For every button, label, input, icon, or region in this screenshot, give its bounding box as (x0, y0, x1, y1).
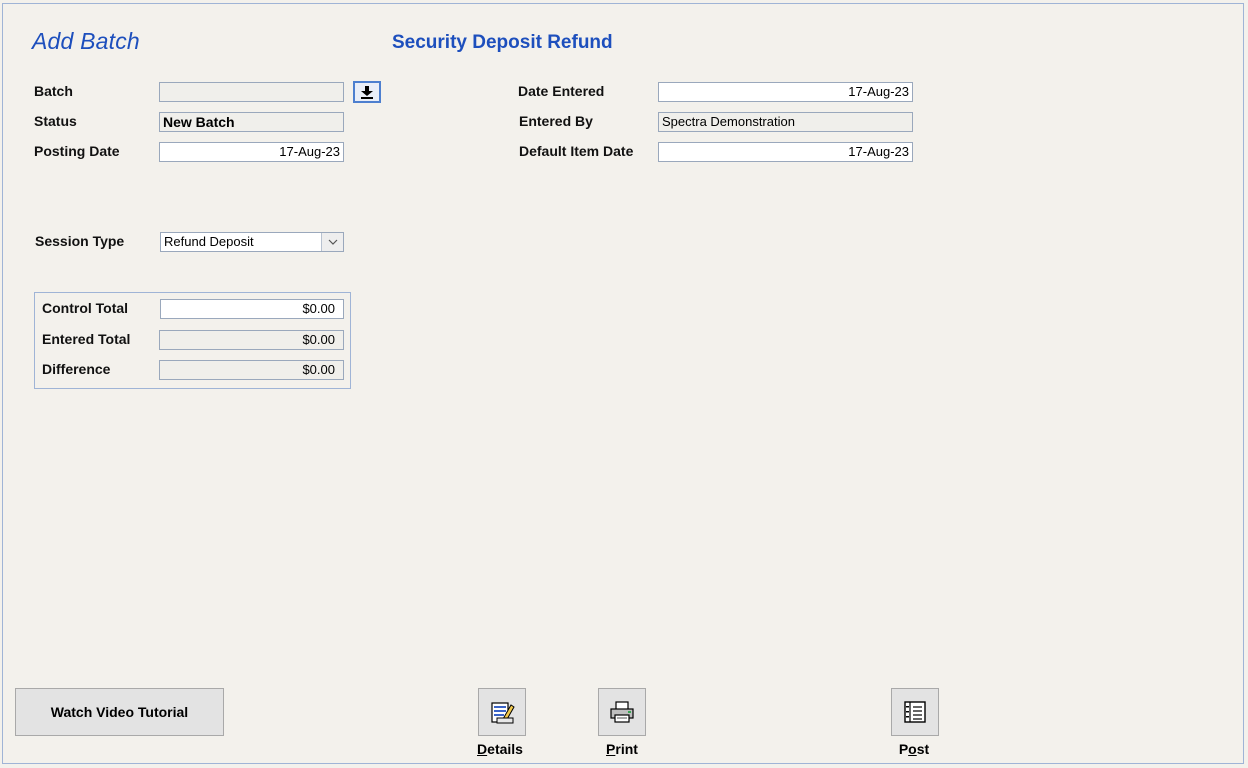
status-field: New Batch (159, 112, 344, 132)
posting-date-label: Posting Date (34, 143, 120, 159)
default-item-date-field[interactable]: 17-Aug-23 (658, 142, 913, 162)
difference-field: $0.00 (159, 360, 344, 380)
details-caption: Details (460, 741, 540, 757)
screen-title: Security Deposit Refund (392, 32, 613, 53)
control-total-label: Control Total (42, 300, 129, 316)
batch-label: Batch (34, 83, 73, 99)
print-caption: Print (582, 741, 662, 757)
date-entered-field[interactable]: 17-Aug-23 (658, 82, 913, 102)
session-type-label: Session Type (35, 233, 125, 249)
post-caption-rest: st (916, 741, 930, 757)
form-title: Add Batch (32, 28, 140, 54)
control-total-field[interactable]: $0.00 (160, 299, 344, 319)
ledger-book-icon (904, 701, 926, 723)
status-label: Status (34, 113, 77, 129)
post-caption: Post (874, 741, 954, 757)
post-caption-hotkey: o (908, 741, 917, 757)
posting-date-field[interactable]: 17-Aug-23 (159, 142, 344, 162)
batch-field[interactable] (159, 82, 344, 102)
details-caption-rest: etails (487, 741, 523, 757)
download-arrow-icon (361, 86, 373, 99)
date-entered-label: Date Entered (518, 83, 605, 99)
post-caption-pre: P (898, 741, 909, 757)
print-caption-rest: rint (615, 741, 638, 757)
session-type-select[interactable]: Refund Deposit (160, 232, 344, 252)
entered-by-field: Spectra Demonstration (658, 112, 913, 132)
post-button[interactable] (891, 688, 939, 736)
entered-total-field: $0.00 (159, 330, 344, 350)
default-item-date-label: Default Item Date (519, 143, 634, 159)
details-caption-hotkey: D (477, 741, 488, 757)
session-type-value: Refund Deposit (164, 234, 254, 249)
print-button[interactable] (598, 688, 646, 736)
edit-document-icon (491, 702, 515, 724)
batch-lookup-button[interactable] (353, 81, 381, 103)
printer-icon (610, 701, 634, 723)
print-caption-hotkey: P (606, 741, 616, 757)
entered-total-label: Entered Total (42, 331, 131, 347)
difference-label: Difference (42, 361, 111, 377)
details-button[interactable] (478, 688, 526, 736)
entered-by-label: Entered By (519, 113, 593, 129)
chevron-down-icon[interactable] (321, 233, 343, 251)
watch-video-tutorial-button[interactable]: Watch Video Tutorial (15, 688, 224, 736)
